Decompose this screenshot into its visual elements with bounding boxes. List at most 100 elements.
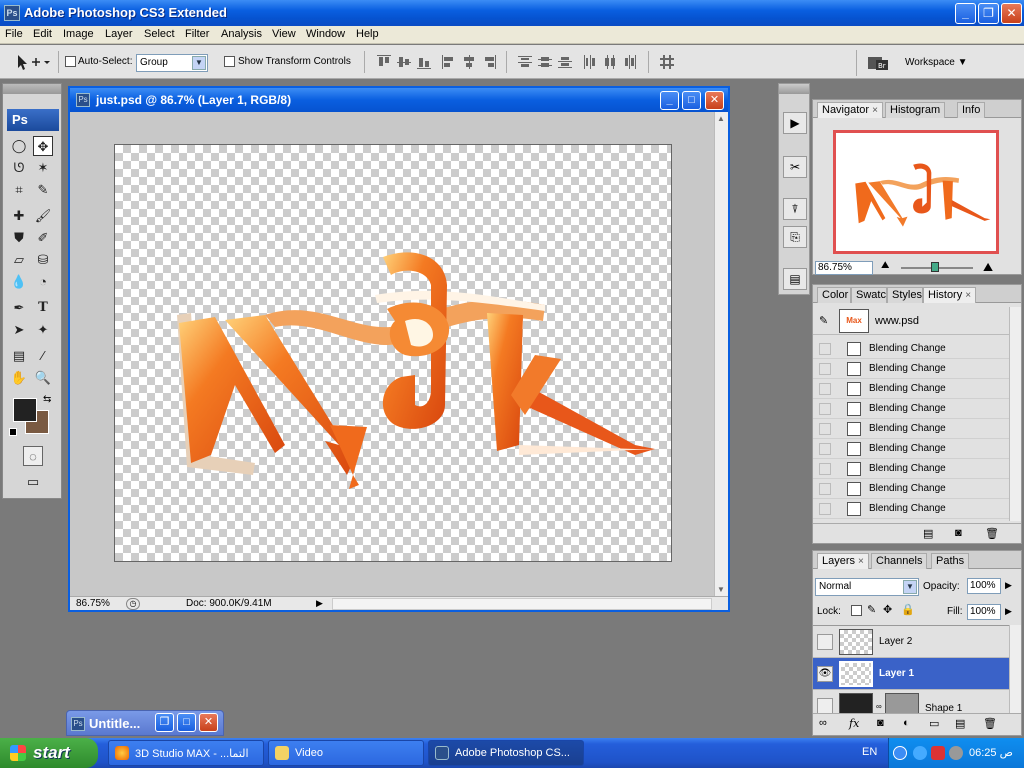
menu-image[interactable]: Image <box>63 28 94 40</box>
eye-icon[interactable]: 👁 <box>817 666 833 682</box>
doc-close-button[interactable]: ✕ <box>705 91 724 110</box>
move-tool-preset-icon[interactable] <box>10 51 52 73</box>
lock-position-icon[interactable]: ✥ <box>883 603 892 616</box>
tray-expand-icon[interactable] <box>893 746 907 760</box>
document-canvas[interactable] <box>114 144 672 562</box>
screen-mode-icon[interactable]: ▭ <box>23 472 43 492</box>
hand-tool-icon[interactable]: ✋ <box>9 368 29 388</box>
distribute-left-icon[interactable] <box>583 55 597 69</box>
default-colors-icon[interactable] <box>9 428 17 436</box>
auto-select-checkbox[interactable] <box>65 56 76 67</box>
lock-transparency-icon[interactable] <box>851 605 862 616</box>
status-menu-icon[interactable]: ◷ <box>126 598 140 610</box>
taskbar-item-photoshop[interactable]: Adobe Photoshop CS... <box>428 740 584 766</box>
layer-mask-icon[interactable]: ◙ <box>877 717 884 729</box>
custom-shape-tool-icon[interactable]: ✦ <box>33 320 53 340</box>
blend-mode-dropdown[interactable]: Normal ▼ <box>815 578 919 596</box>
swap-colors-icon[interactable]: ⇆ <box>43 394 51 405</box>
lock-pixels-icon[interactable]: ✎ <box>867 603 876 616</box>
doc-maximize-button[interactable]: □ <box>682 91 701 110</box>
align-right-icon[interactable] <box>482 55 496 69</box>
document-zoom-field[interactable]: 86.75% <box>76 598 110 609</box>
menu-edit[interactable]: Edit <box>33 28 52 40</box>
history-snapshot[interactable]: ✎ Max www.psd <box>813 307 1009 335</box>
menu-filter[interactable]: Filter <box>185 28 209 40</box>
navigator-zoom-field[interactable]: 86.75% <box>815 261 873 275</box>
link-layers-icon[interactable]: ∞ <box>819 717 827 729</box>
menu-select[interactable]: Select <box>144 28 175 40</box>
trash-icon[interactable]: 🗑 <box>985 527 999 540</box>
history-item[interactable]: Blending Change <box>813 359 1009 379</box>
history-item[interactable]: Blending Change <box>813 499 1009 519</box>
align-left-icon[interactable] <box>442 55 456 69</box>
menu-file[interactable]: File <box>5 28 23 40</box>
layer-row[interactable]: Layer 2 <box>813 626 1009 658</box>
align-bottom-icon[interactable] <box>417 55 431 69</box>
security-shield-icon[interactable] <box>931 746 945 760</box>
path-selection-tool-icon[interactable]: ➤ <box>9 320 29 340</box>
new-snapshot-icon[interactable]: ◙ <box>955 527 962 539</box>
doc-minimize-button[interactable]: _ <box>660 91 679 110</box>
history-item[interactable]: Blending Change <box>813 419 1009 439</box>
status-arrow-icon[interactable]: ▶ <box>316 598 323 609</box>
navigator-preview[interactable] <box>833 130 999 254</box>
history-item[interactable]: Blending Change <box>813 379 1009 399</box>
tab-histogram[interactable]: Histogram <box>885 102 946 118</box>
distribute-right-icon[interactable] <box>623 55 637 69</box>
crop-tool-icon[interactable]: ⌗ <box>9 180 29 200</box>
brushes-panel-icon[interactable]: ⍒ <box>783 198 807 220</box>
pen-tool-icon[interactable]: ✒ <box>9 298 29 318</box>
lasso-tool-icon[interactable]: ᘎ <box>9 158 29 178</box>
history-item[interactable]: Blending Change <box>813 399 1009 419</box>
history-brush-tool-icon[interactable]: ✐ <box>33 228 53 248</box>
minimized-document[interactable]: Ps Untitle... ❐ □ ✕ <box>66 710 224 736</box>
dodge-tool-icon[interactable]: ◔ <box>33 272 53 292</box>
tab-swatches[interactable]: Swatches <box>851 287 887 303</box>
menu-window[interactable]: Window <box>306 28 345 40</box>
visibility-toggle[interactable] <box>817 634 833 650</box>
fill-field[interactable]: 100% <box>967 604 1001 620</box>
layers-scrollbar[interactable] <box>1009 625 1021 713</box>
distribute-hcenter-icon[interactable] <box>603 55 617 69</box>
move-tool-icon[interactable]: ✥ <box>33 136 53 156</box>
taskbar-item-video[interactable]: Video <box>268 740 424 766</box>
volume-icon[interactable] <box>949 746 963 760</box>
opacity-arrow-icon[interactable]: ▶ <box>1005 580 1012 591</box>
menu-help[interactable]: Help <box>356 28 379 40</box>
zoom-tool-icon[interactable]: 🔍 <box>33 368 53 388</box>
tab-layers[interactable]: Layers × <box>817 553 869 569</box>
menu-view[interactable]: View <box>272 28 296 40</box>
fill-arrow-icon[interactable]: ▶ <box>1005 606 1012 617</box>
adjustment-layer-icon[interactable]: ◐ <box>903 717 910 729</box>
history-item[interactable]: Blending Change <box>813 479 1009 499</box>
show-transform-checkbox[interactable] <box>224 56 235 67</box>
actions-panel-icon[interactable]: ▶ <box>783 112 807 134</box>
layer-style-icon[interactable]: fx <box>849 717 859 730</box>
bridge-icon[interactable]: Br <box>867 54 889 72</box>
workspace-button[interactable]: Workspace ▼ <box>905 57 968 68</box>
layer-row[interactable]: ∞ Shape 1 <box>813 690 1009 713</box>
slice-tool-icon[interactable]: ✎ <box>33 180 53 200</box>
marquee-tool-icon[interactable]: ◯ <box>9 136 29 156</box>
paint-bucket-tool-icon[interactable]: ⛁ <box>33 250 53 270</box>
scroll-up-icon[interactable]: ▲ <box>717 114 725 123</box>
tab-info[interactable]: Info <box>957 102 986 118</box>
toolbox-grip[interactable] <box>3 84 61 94</box>
minidoc-restore-button[interactable]: ❐ <box>155 713 174 732</box>
taskbar-item-3dsmax[interactable]: 3D Studio MAX - ...التما <box>108 740 264 766</box>
distribute-bottom-icon[interactable] <box>558 55 572 69</box>
zoom-in-icon[interactable]: ⛰ <box>983 260 993 275</box>
foreground-color-swatch[interactable] <box>13 398 37 422</box>
network-icon[interactable] <box>913 746 927 760</box>
history-item[interactable]: Blending Change <box>813 459 1009 479</box>
quick-mask-icon[interactable]: ◌ <box>23 446 43 466</box>
clone-stamp-tool-icon[interactable]: ⛊ <box>9 228 29 248</box>
new-group-icon[interactable]: ▭ <box>929 717 939 730</box>
align-top-icon[interactable] <box>377 55 391 69</box>
tab-channels[interactable]: Channels <box>871 553 928 569</box>
history-item[interactable]: Blending Change <box>813 339 1009 359</box>
magic-wand-tool-icon[interactable]: ✶ <box>33 158 53 178</box>
notes-tool-icon[interactable]: ▤ <box>9 346 29 366</box>
blur-tool-icon[interactable]: 💧 <box>9 272 29 292</box>
menu-layer[interactable]: Layer <box>105 28 133 40</box>
